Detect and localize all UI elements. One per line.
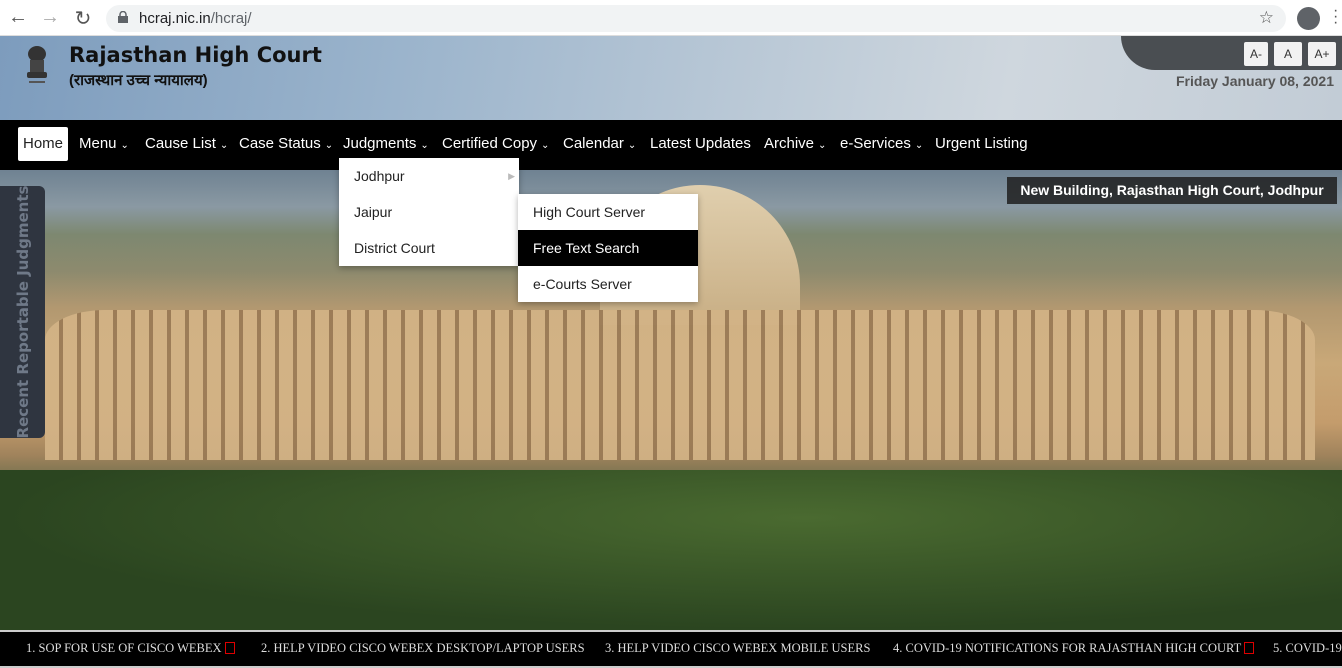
url-text: hcraj.nic.in/hcraj/	[139, 10, 252, 27]
chevron-down-icon: ⌄	[324, 140, 334, 151]
nav-case-status[interactable]: Case Status ⌄	[239, 127, 333, 161]
chevron-down-icon: ⌄	[541, 140, 550, 151]
trees	[0, 470, 1342, 630]
profile-avatar-icon[interactable]	[1297, 7, 1320, 30]
site-title: Rajasthan High Court	[69, 43, 322, 67]
chevron-down-icon: ⌄	[627, 140, 637, 151]
national-emblem-logo	[27, 46, 47, 83]
lock-icon	[118, 11, 128, 23]
chevron-down-icon: ⌄	[420, 140, 429, 151]
chevron-down-icon: ⌄	[219, 140, 229, 151]
nav-urgent-listing[interactable]: Urgent Listing	[935, 127, 1028, 161]
news-ticker: 1. SOP FOR USE OF CISCO WEBEX 2. HELP VI…	[0, 630, 1342, 668]
chevron-down-icon: ⌄	[818, 140, 827, 151]
caret-right-icon: ▶	[508, 171, 515, 181]
court-building	[45, 310, 1315, 460]
nav-judgments[interactable]: Judgments ⌄	[343, 127, 429, 161]
nav-calendar[interactable]: Calendar ⌄	[563, 127, 636, 161]
main-nav: Home Menu ⌄ Cause List ⌄ Case Status ⌄ Judg…	[0, 120, 1342, 170]
back-icon[interactable]: ←	[6, 6, 30, 29]
menu-item-jodhpur[interactable]: Jodhpur ▶	[339, 158, 519, 194]
nav-e-services[interactable]: e-Services ⌄	[840, 127, 923, 161]
nav-archive[interactable]: Archive ⌄	[764, 127, 826, 161]
ticker-item[interactable]: 1. SOP FOR USE OF CISCO WEBEX	[26, 641, 235, 656]
judgments-dropdown: Jodhpur ▶ Jaipur District Court	[339, 158, 519, 266]
site-subtitle: (राजस्थान उच्च न्यायालय)	[69, 72, 208, 89]
current-date: Friday January 08, 2021	[1176, 73, 1334, 89]
font-reset-button[interactable]: A	[1274, 42, 1302, 66]
banner-caption: New Building, Rajasthan High Court, Jodh…	[1007, 177, 1337, 204]
menu-item-high-court-server[interactable]: High Court Server	[518, 194, 698, 230]
chevron-down-icon: ⌄	[914, 140, 924, 151]
browser-toolbar: ← → ↻ hcraj.nic.in/hcraj/ ☆ · · ·	[0, 0, 1342, 36]
font-decrease-button[interactable]: A-	[1244, 42, 1268, 66]
font-increase-button[interactable]: A+	[1308, 42, 1336, 66]
site-header: Rajasthan High Court (राजस्थान उच्च न्या…	[0, 36, 1342, 120]
jodhpur-submenu: High Court Server Free Text Search e-Cou…	[518, 194, 698, 302]
ticker-item[interactable]: 4. COVID-19 NOTIFICATIONS FOR RAJASTHAN …	[893, 641, 1255, 656]
nav-cause-list[interactable]: Cause List ⌄	[145, 127, 228, 161]
pdf-icon	[224, 642, 235, 654]
ticker-item[interactable]: 3. HELP VIDEO CISCO WEBEX MOBILE USERS	[605, 641, 870, 656]
recent-judgments-tab[interactable]: Recent Reportable Judgments	[0, 186, 45, 438]
pdf-icon	[1244, 642, 1255, 654]
menu-item-district-court[interactable]: District Court	[339, 230, 519, 266]
ticker-item[interactable]: 5. COVID-19	[1273, 641, 1342, 656]
bookmark-star-icon[interactable]: ☆	[1259, 8, 1274, 28]
nav-certified-copy[interactable]: Certified Copy ⌄	[442, 127, 549, 161]
chevron-down-icon: ⌄	[120, 140, 129, 151]
menu-item-free-text-search[interactable]: Free Text Search	[518, 230, 698, 266]
nav-home[interactable]: Home	[18, 127, 69, 161]
menu-item-e-courts-server[interactable]: e-Courts Server	[518, 266, 698, 302]
reload-icon[interactable]: ↻	[71, 6, 95, 31]
nav-menu[interactable]: Menu ⌄	[79, 127, 129, 161]
ticker-item[interactable]: 2. HELP VIDEO CISCO WEBEX DESKTOP/LAPTOP…	[261, 641, 585, 656]
font-size-controls: A- A A+	[1121, 36, 1342, 70]
address-bar[interactable]: hcraj.nic.in/hcraj/ ☆	[106, 5, 1286, 32]
forward-icon[interactable]: →	[38, 6, 62, 29]
menu-item-jaipur[interactable]: Jaipur	[339, 194, 519, 230]
menu-dots-icon[interactable]: · · ·	[1333, 3, 1338, 31]
nav-latest-updates[interactable]: Latest Updates	[650, 127, 751, 161]
